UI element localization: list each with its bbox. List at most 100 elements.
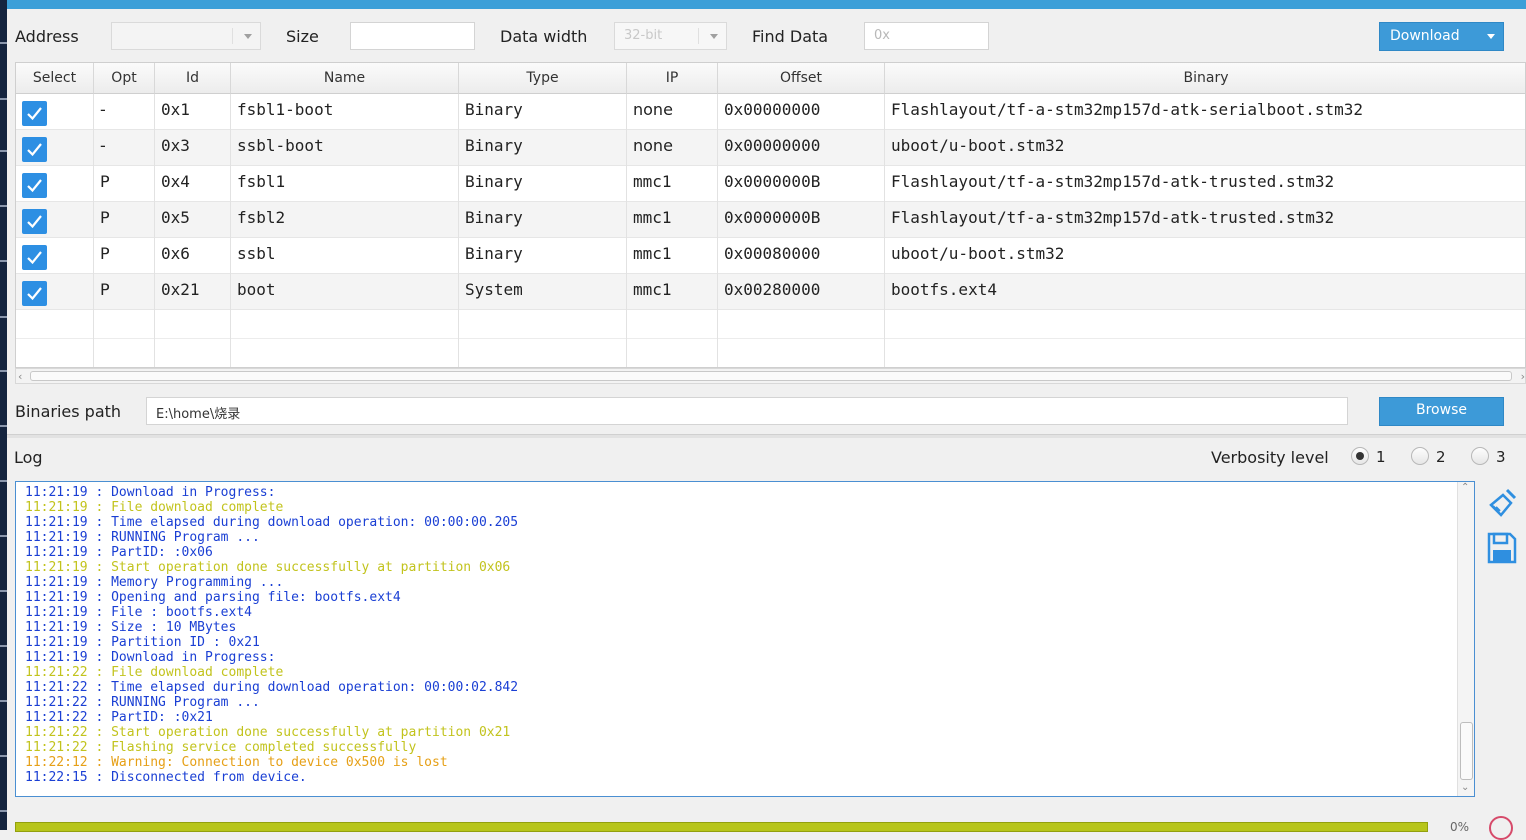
verbosity-label: Verbosity level: [1211, 448, 1329, 467]
log-panel[interactable]: 11:21:19 : Download in Progress: 11:21:19…: [15, 481, 1475, 797]
table-horizontal-scrollbar[interactable]: ‹ ›: [15, 368, 1526, 384]
table-row[interactable]: P 0x6 ssbl Binary mmc1 0x00080000 uboot/u-boot…: [16, 238, 1525, 274]
cell-offset: 0x00280000: [718, 274, 885, 310]
cell-ip: mmc1: [627, 202, 718, 238]
scrollbar-thumb[interactable]: [30, 371, 1512, 381]
download-label: Download: [1390, 28, 1460, 44]
progress-percent: 0%: [1450, 820, 1470, 834]
cell-offset: 0x0000000B: [718, 202, 885, 238]
select-checkbox[interactable]: [22, 245, 47, 270]
col-header-id[interactable]: Id: [155, 63, 231, 94]
cell-opt: P: [94, 274, 155, 310]
cell-binary: Flashlayout/tf-a-stm32mp157d-atk-trusted…: [885, 202, 1525, 238]
log-line: 11:21:22 : RUNNING Program ...: [25, 695, 260, 710]
binaries-path-input[interactable]: E:\home\烧录: [146, 397, 1348, 425]
col-header-ip[interactable]: IP: [627, 63, 718, 94]
col-header-opt[interactable]: Opt: [94, 63, 155, 94]
size-input[interactable]: [350, 22, 475, 50]
verbosity-radio-1[interactable]: [1351, 447, 1369, 465]
verbosity-radio-3[interactable]: [1471, 447, 1489, 465]
select-checkbox[interactable]: [22, 209, 47, 234]
col-header-offset[interactable]: Offset: [718, 63, 885, 94]
data-width-label: Data width: [500, 27, 588, 46]
cell-ip: mmc1: [627, 166, 718, 202]
cell-id: 0x4: [155, 166, 231, 202]
binaries-path-value: E:\home\烧录: [156, 407, 241, 422]
browse-label: Browse: [1416, 402, 1467, 418]
col-header-select[interactable]: Select: [16, 63, 94, 94]
download-button[interactable]: Download: [1379, 22, 1504, 51]
binaries-path-label: Binaries path: [15, 402, 122, 421]
scroll-right-icon[interactable]: ›: [1521, 370, 1525, 383]
log-line: 11:21:19 : Time elapsed during download …: [25, 515, 519, 530]
cell-select: [16, 166, 94, 202]
col-header-type[interactable]: Type: [459, 63, 627, 94]
table-row[interactable]: -0x3 ssbl-boot Binary none 0x00000000 uboot/u…: [16, 130, 1525, 166]
log-line: 11:21:19 : PartID: :0x06: [25, 545, 213, 560]
cell-offset: 0x00080000: [718, 238, 885, 274]
find-data-placeholder: 0x: [874, 28, 890, 43]
find-data-input[interactable]: 0x: [864, 22, 989, 50]
table-row[interactable]: P 0x5 fsbl2 Binary mmc1 0x0000000B Flashlayout…: [16, 202, 1525, 238]
chevron-down-icon[interactable]: [1487, 34, 1495, 39]
cell-type: Binary: [459, 130, 627, 166]
log-line: 11:21:22 : Flashing service completed su…: [25, 740, 417, 755]
verbosity-radio-2[interactable]: [1411, 447, 1429, 465]
col-header-binary[interactable]: Binary: [885, 63, 1525, 94]
log-line: 11:21:19 : File : bootfs.ext4: [25, 605, 252, 620]
log-lines: 11:21:19 : Download in Progress: 11:21:19…: [25, 485, 518, 785]
cell-binary: Flashlayout/tf-a-stm32mp157d-atk-trusted…: [885, 166, 1525, 202]
chevron-down-icon: [244, 34, 252, 39]
table-row[interactable]: -0x1 fsbl1-boot Binary none 0x00000000 Flashl…: [16, 94, 1525, 130]
log-line: 11:21:19 : Start operation done successf…: [25, 560, 511, 575]
scroll-down-icon[interactable]: ⌄: [1461, 782, 1469, 793]
address-combo[interactable]: [111, 22, 261, 50]
cell-name: boot: [231, 274, 459, 310]
cell-offset: 0x0000000B: [718, 166, 885, 202]
table-row[interactable]: P 0x4 fsbl1 Binary mmc1 0x0000000B Flashlayout…: [16, 166, 1525, 202]
download-progress-bar: [15, 822, 1428, 832]
cell-id: 0x5: [155, 202, 231, 238]
cell-type: Binary: [459, 202, 627, 238]
cell-select: [16, 202, 94, 238]
select-checkbox[interactable]: [22, 173, 47, 198]
data-width-select[interactable]: 32-bit: [614, 22, 727, 50]
log-vertical-scrollbar[interactable]: ⌃ ⌄: [1457, 482, 1474, 796]
cell-opt: P: [94, 202, 155, 238]
cell-id: 0x6: [155, 238, 231, 274]
top-accent-bar: [7, 0, 1526, 9]
select-checkbox[interactable]: [22, 281, 47, 306]
broom-icon[interactable]: [1487, 487, 1519, 519]
select-checkbox[interactable]: [22, 101, 47, 126]
log-line: 11:21:22 : PartID: :0x21: [25, 710, 213, 725]
cell-binary: Flashlayout/tf-a-stm32mp157d-atk-serialb…: [885, 94, 1525, 130]
cell-ip: mmc1: [627, 274, 718, 310]
cell-binary: bootfs.ext4: [885, 274, 1525, 310]
browse-button[interactable]: Browse: [1379, 397, 1504, 426]
cell-select: [16, 238, 94, 274]
cell-type: Binary: [459, 238, 627, 274]
cell-name: fsbl2: [231, 202, 459, 238]
data-width-value: 32-bit: [624, 28, 663, 43]
cell-select: [16, 94, 94, 130]
col-header-name[interactable]: Name: [231, 63, 459, 94]
verbosity-option-2-label: 2: [1436, 448, 1446, 466]
pane-splitter[interactable]: [7, 434, 1526, 438]
cancel-circle-icon[interactable]: [1489, 816, 1513, 840]
cell-name: fsbl1: [231, 166, 459, 202]
cell-offset: 0x00000000: [718, 94, 885, 130]
scrollbar-thumb[interactable]: [1460, 722, 1473, 780]
scroll-left-icon[interactable]: ‹: [18, 370, 22, 383]
log-line: 11:21:22 : Start operation done successf…: [25, 725, 511, 740]
cell-opt: P: [94, 166, 155, 202]
table-row[interactable]: P 0x21 boot System mmc1 0x00280000 bootfs.ext4: [16, 274, 1525, 310]
size-label: Size: [286, 27, 319, 46]
verbosity-option-1-label: 1: [1376, 448, 1386, 466]
select-checkbox[interactable]: [22, 137, 47, 162]
scroll-up-icon[interactable]: ⌃: [1461, 482, 1469, 493]
cell-ip: none: [627, 94, 718, 130]
cell-name: ssbl: [231, 238, 459, 274]
chevron-down-icon: [710, 34, 718, 39]
floppy-disk-icon[interactable]: [1486, 531, 1518, 565]
table-empty-row: [16, 310, 1525, 339]
